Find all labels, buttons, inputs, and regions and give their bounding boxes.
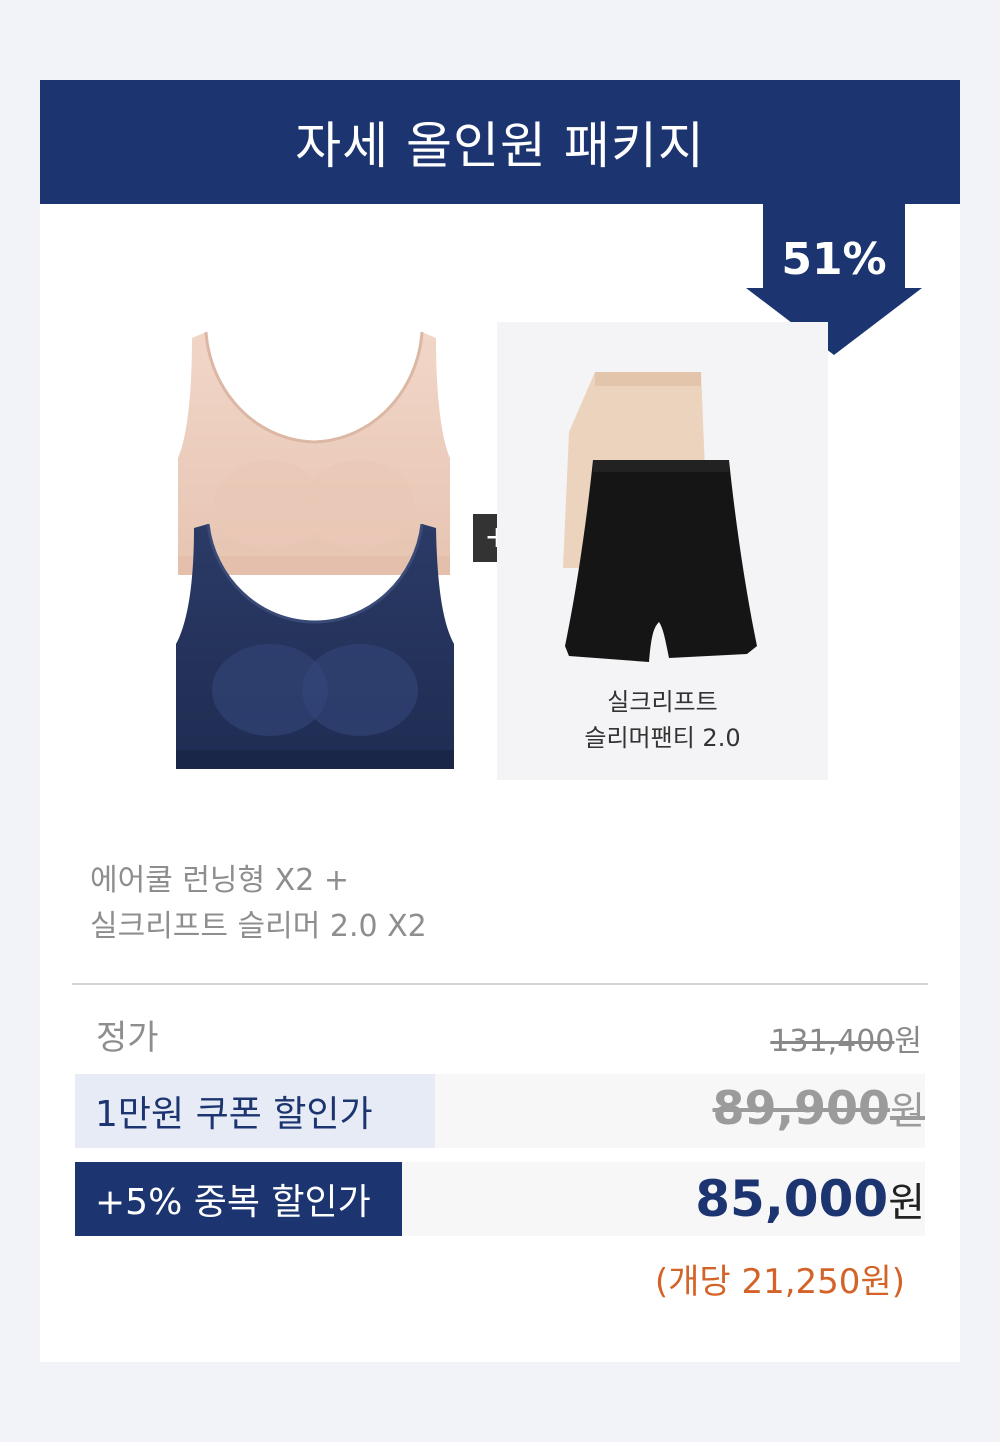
regular-price-value: 131,400: [770, 1024, 895, 1059]
dup-price-row: +5% 중복 할인가 85,000원: [75, 1162, 925, 1236]
regular-price: 131,400원: [770, 1016, 922, 1060]
package-description: 에어쿨 런닝형 X2 + 실크리프트 슬리머 2.0 X2: [90, 858, 427, 950]
bra-navy-image: [176, 523, 454, 769]
discount-percent: 51%: [781, 234, 887, 285]
coupon-price: 89,900원: [713, 1080, 925, 1135]
divider: [72, 983, 928, 985]
dup-price-label: +5% 중복 할인가: [75, 1162, 402, 1236]
coupon-price-row: 1만원 쿠폰 할인가 89,900원: [75, 1074, 925, 1148]
panty-caption: 실크리프트 슬리머팬티 2.0: [497, 684, 828, 756]
description-line1: 에어쿨 런닝형 X2 +: [90, 863, 349, 898]
panty-caption-line2: 슬리머팬티 2.0: [584, 724, 741, 752]
dup-price: 85,000원: [695, 1170, 925, 1228]
coupon-price-value: 89,900: [712, 1081, 891, 1135]
dup-price-value: 85,000: [695, 1170, 889, 1228]
dup-price-unit: 원: [888, 1180, 925, 1226]
regular-price-label: 정가: [96, 1018, 159, 1058]
regular-price-unit: 원: [894, 1024, 922, 1059]
panty-product-panel: 실크리프트 슬리머팬티 2.0: [497, 322, 828, 780]
package-card: 자세 올인원 패키지 51% 실크리프트 슬리머팬티 2.0 에어쿨 런닝형 X…: [40, 80, 960, 1362]
package-title: 자세 올인원 패키지: [40, 80, 960, 204]
coupon-price-unit: 원: [890, 1089, 925, 1133]
panty-caption-line1: 실크리프트: [607, 688, 718, 716]
coupon-price-label: 1만원 쿠폰 할인가: [75, 1074, 435, 1148]
panty-black-image: [565, 460, 757, 662]
description-line2: 실크리프트 슬리머 2.0 X2: [90, 909, 427, 944]
per-item-price: (개당 21,250원): [654, 1262, 905, 1302]
